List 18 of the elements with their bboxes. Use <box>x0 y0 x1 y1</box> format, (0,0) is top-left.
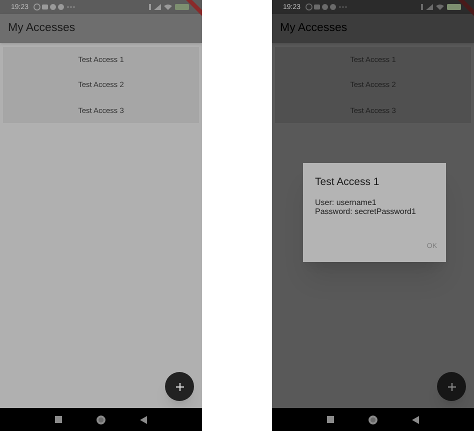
back-icon[interactable] <box>412 416 419 424</box>
home-icon[interactable] <box>368 414 378 424</box>
dialog-title: Test Access 1 <box>315 175 380 190</box>
plus-icon <box>176 382 184 390</box>
notification-icons <box>304 3 349 11</box>
app-title: My Accesses <box>8 20 76 36</box>
dialog-text: Password: secretPassword1 <box>315 207 417 217</box>
notification-icons <box>32 3 77 11</box>
system-status-icons <box>149 3 191 11</box>
home-icon[interactable] <box>96 414 106 424</box>
app-title: My Accesses <box>280 20 348 36</box>
debug-ribbon <box>184 0 202 18</box>
dialog-text: User: username1 <box>315 198 378 208</box>
plus-icon <box>448 382 456 390</box>
debug-ribbon <box>456 0 474 18</box>
add-button[interactable] <box>165 372 194 401</box>
back-icon[interactable] <box>140 416 147 424</box>
system-status-icons <box>421 3 463 11</box>
